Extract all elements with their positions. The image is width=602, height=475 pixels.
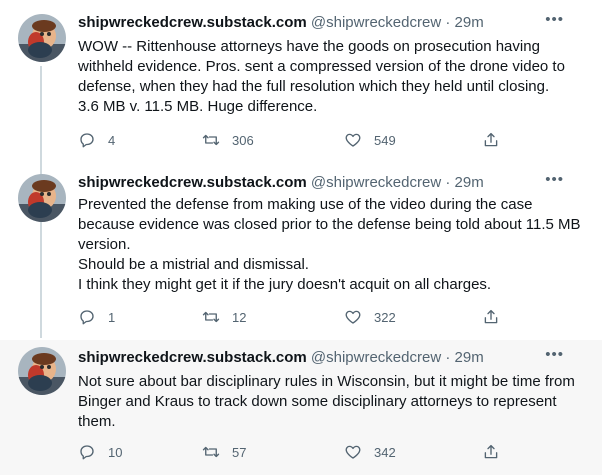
tweet-header: shipwreckedcrew.substack.com @shipwrecke… [78,347,582,368]
tweet-text: WOW -- Rittenhouse attorneys have the go… [78,38,565,115]
like-count: 342 [374,444,396,460]
reply-button[interactable]: 10 [78,442,122,462]
reply-count: 4 [108,132,116,148]
author-handle[interactable]: @shipwreckedcrew [311,14,441,31]
reply-icon [80,133,94,148]
retweet-icon [202,311,220,323]
tweet-actions: 1 12 322 [78,307,518,327]
tweet-2[interactable]: shipwreckedcrew.substack.com @shipwrecke… [0,168,602,340]
more-icon[interactable]: ••• [545,172,564,187]
reply-icon [80,310,94,325]
tweet-thread: shipwreckedcrew.substack.com @shipwrecke… [0,0,602,475]
tweet-actions: 10 57 342 [78,442,518,462]
tweet-text: Prevented the defense from making use of… [78,196,581,293]
author-handle[interactable]: @shipwreckedcrew [311,174,441,191]
heart-icon [345,310,361,324]
tweet-3[interactable]: shipwreckedcrew.substack.com @shipwrecke… [0,340,602,475]
author-name[interactable]: shipwreckedcrew.substack.com [78,174,307,191]
like-button[interactable]: 549 [344,130,396,150]
share-button[interactable] [482,130,500,150]
heart-icon [345,133,361,147]
author-name[interactable]: shipwreckedcrew.substack.com [78,349,307,366]
tweet-1[interactable]: shipwreckedcrew.substack.com @shipwrecke… [0,0,602,168]
reply-button[interactable]: 1 [78,307,115,327]
author-handle[interactable]: @shipwreckedcrew [311,349,441,366]
share-button[interactable] [482,442,500,462]
avatar[interactable] [18,14,66,62]
retweet-icon [202,446,220,458]
tweet-header: shipwreckedcrew.substack.com @shipwrecke… [78,172,582,193]
like-button[interactable]: 342 [344,442,396,462]
reply-count: 10 [108,444,123,460]
share-icon [484,132,498,147]
more-icon[interactable]: ••• [545,12,564,27]
share-icon [484,309,498,324]
retweet-count: 57 [232,444,247,460]
like-count: 549 [374,132,396,148]
avatar[interactable] [18,174,66,222]
retweet-icon [202,134,220,146]
reply-count: 1 [108,309,116,325]
separator-dot: · [445,14,451,31]
reply-button[interactable]: 4 [78,130,115,150]
retweet-count: 12 [232,309,247,325]
timestamp[interactable]: 29m [455,14,484,31]
share-icon [484,444,498,459]
retweet-button[interactable]: 306 [202,130,254,150]
retweet-count: 306 [232,132,254,148]
separator-dot: · [445,174,451,191]
like-count: 322 [374,309,396,325]
separator-dot: · [445,349,451,366]
retweet-button[interactable]: 57 [202,442,246,462]
more-icon[interactable]: ••• [545,347,564,362]
reply-icon [80,445,94,460]
tweet-text: Not sure about bar disciplinary rules in… [78,373,575,430]
tweet-actions: 4 306 549 [78,130,518,150]
author-name[interactable]: shipwreckedcrew.substack.com [78,14,307,31]
tweet-header: shipwreckedcrew.substack.com @shipwrecke… [78,12,582,33]
heart-icon [345,445,361,459]
timestamp[interactable]: 29m [455,174,484,191]
share-button[interactable] [482,307,500,327]
like-button[interactable]: 322 [344,307,396,327]
avatar[interactable] [18,347,66,395]
timestamp[interactable]: 29m [455,349,484,366]
retweet-button[interactable]: 12 [202,307,246,327]
